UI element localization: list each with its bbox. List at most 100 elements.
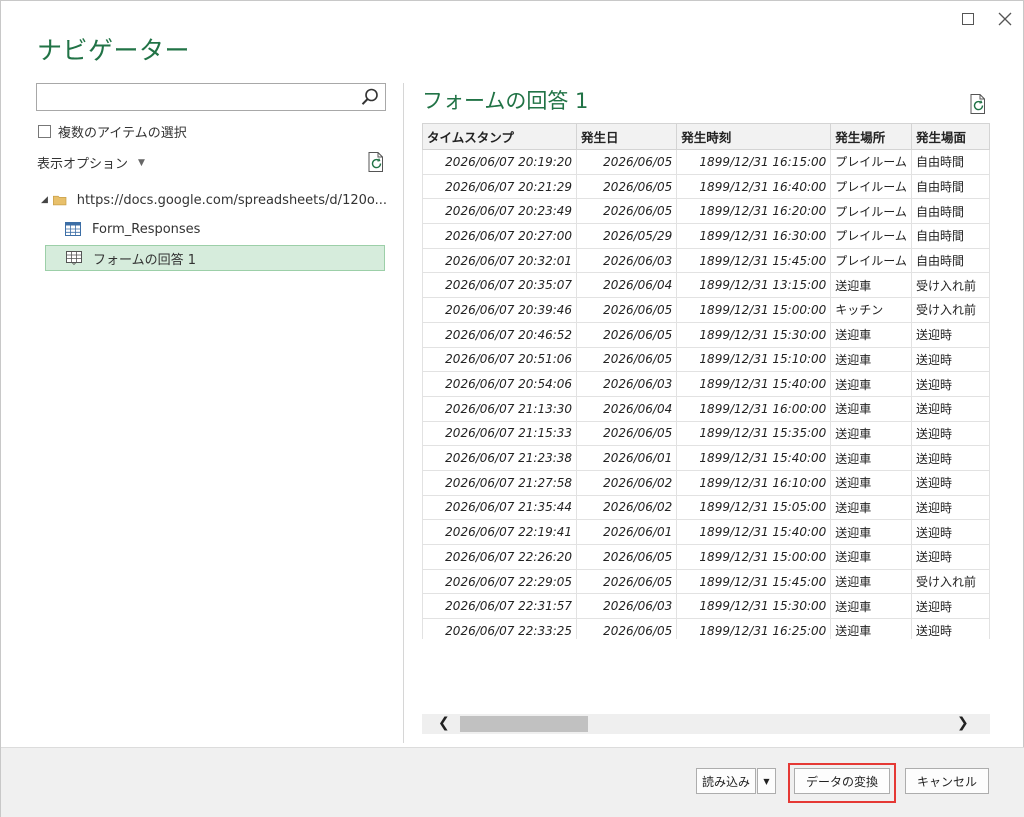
table-cell[interactable]: 自由時間 bbox=[910, 198, 990, 225]
table-cell[interactable]: 1899/12/31 15:40:00 bbox=[676, 371, 832, 397]
table-cell[interactable]: 2026/06/07 22:26:20 bbox=[422, 544, 578, 570]
refresh-icon[interactable] bbox=[968, 93, 988, 115]
column-header[interactable]: 発生時刻 bbox=[676, 123, 832, 150]
table-cell[interactable]: 受け入れ前 bbox=[910, 272, 990, 299]
column-header[interactable]: 発生場所 bbox=[830, 123, 912, 150]
table-cell[interactable]: 送迎時 bbox=[910, 544, 990, 570]
table-cell[interactable]: 1899/12/31 15:40:00 bbox=[676, 445, 832, 471]
tree-item-form-responses[interactable]: Form_Responses bbox=[37, 216, 387, 242]
transform-data-button[interactable]: データの変換 bbox=[794, 768, 890, 794]
horizontal-scrollbar[interactable]: ❮ ❯ bbox=[422, 714, 990, 734]
table-cell[interactable]: 2026/06/07 20:32:01 bbox=[422, 247, 578, 274]
table-cell[interactable]: 送迎車 bbox=[830, 469, 912, 496]
table-cell[interactable]: 2026/06/05 bbox=[576, 618, 678, 639]
table-cell[interactable]: 1899/12/31 16:30:00 bbox=[676, 223, 832, 249]
table-cell[interactable]: 自由時間 bbox=[910, 223, 990, 249]
table-cell[interactable]: 送迎車 bbox=[830, 544, 912, 570]
table-cell[interactable]: 送迎時 bbox=[910, 593, 990, 620]
table-cell[interactable]: 受け入れ前 bbox=[910, 568, 990, 595]
load-button[interactable]: 読み込み bbox=[696, 768, 756, 794]
table-cell[interactable]: 1899/12/31 16:40:00 bbox=[676, 173, 832, 200]
table-cell[interactable]: 2026/06/07 20:19:20 bbox=[422, 149, 578, 175]
table-cell[interactable]: プレイルーム bbox=[830, 173, 912, 200]
table-cell[interactable]: 送迎車 bbox=[830, 395, 912, 422]
table-cell[interactable]: 2026/06/07 22:33:25 bbox=[422, 618, 578, 639]
table-cell[interactable]: 2026/06/07 20:23:49 bbox=[422, 198, 578, 225]
table-cell[interactable]: 2026/06/04 bbox=[576, 395, 678, 422]
table-cell[interactable]: 2026/06/07 21:23:38 bbox=[422, 445, 578, 471]
search-icon[interactable] bbox=[359, 86, 381, 108]
table-cell[interactable]: 送迎時 bbox=[910, 618, 990, 639]
table-cell[interactable]: 送迎時 bbox=[910, 420, 990, 447]
table-cell[interactable]: 1899/12/31 16:15:00 bbox=[676, 149, 832, 175]
table-cell[interactable]: 2026/06/07 21:35:44 bbox=[422, 494, 578, 521]
table-cell[interactable]: 送迎車 bbox=[830, 272, 912, 299]
table-cell[interactable]: 送迎車 bbox=[830, 519, 912, 545]
column-header[interactable]: 発生日 bbox=[576, 123, 678, 150]
table-cell[interactable]: 2026/06/05 bbox=[576, 321, 678, 348]
table-cell[interactable]: 送迎車 bbox=[830, 618, 912, 639]
table-cell[interactable]: 2026/06/07 20:39:46 bbox=[422, 297, 578, 323]
table-cell[interactable]: 1899/12/31 15:10:00 bbox=[676, 346, 832, 373]
table-cell[interactable]: 2026/06/05 bbox=[576, 198, 678, 225]
maximize-button[interactable] bbox=[956, 7, 980, 31]
table-cell[interactable]: 2026/06/05 bbox=[576, 544, 678, 570]
table-cell[interactable]: 2026/06/07 20:51:06 bbox=[422, 346, 578, 373]
table-cell[interactable]: 1899/12/31 15:45:00 bbox=[676, 247, 832, 274]
table-cell[interactable]: 2026/06/05 bbox=[576, 420, 678, 447]
table-cell[interactable]: 2026/06/02 bbox=[576, 494, 678, 521]
table-cell[interactable]: 送迎車 bbox=[830, 494, 912, 521]
table-cell[interactable]: 1899/12/31 15:05:00 bbox=[676, 494, 832, 521]
table-cell[interactable]: 2026/06/05 bbox=[576, 568, 678, 595]
table-cell[interactable]: 2026/06/07 20:46:52 bbox=[422, 321, 578, 348]
column-header[interactable]: 発生場面 bbox=[910, 123, 990, 150]
table-cell[interactable]: プレイルーム bbox=[830, 149, 912, 175]
table-cell[interactable]: 送迎時 bbox=[910, 346, 990, 373]
table-cell[interactable]: 送迎時 bbox=[910, 494, 990, 521]
multi-select-checkbox[interactable]: 複数のアイテムの選択 bbox=[38, 122, 187, 141]
table-cell[interactable]: プレイルーム bbox=[830, 198, 912, 225]
table-cell[interactable]: 送迎車 bbox=[830, 346, 912, 373]
table-cell[interactable]: 2026/06/07 20:54:06 bbox=[422, 371, 578, 397]
checkbox[interactable] bbox=[38, 125, 51, 138]
table-cell[interactable]: 2026/06/04 bbox=[576, 272, 678, 299]
table-cell[interactable]: 2026/06/05 bbox=[576, 297, 678, 323]
refresh-icon[interactable] bbox=[366, 151, 386, 173]
search-input[interactable] bbox=[37, 84, 347, 110]
table-cell[interactable]: 送迎時 bbox=[910, 519, 990, 545]
table-cell[interactable]: 2026/06/07 20:21:29 bbox=[422, 173, 578, 200]
table-cell[interactable]: 1899/12/31 15:35:00 bbox=[676, 420, 832, 447]
table-cell[interactable]: プレイルーム bbox=[830, 247, 912, 274]
table-cell[interactable]: 送迎車 bbox=[830, 593, 912, 620]
table-cell[interactable]: 2026/06/03 bbox=[576, 247, 678, 274]
table-cell[interactable]: 送迎時 bbox=[910, 321, 990, 348]
table-cell[interactable]: 1899/12/31 16:00:00 bbox=[676, 395, 832, 422]
scrollbar-thumb[interactable] bbox=[460, 716, 588, 732]
table-cell[interactable]: 1899/12/31 16:25:00 bbox=[676, 618, 832, 639]
table-cell[interactable]: 2026/06/01 bbox=[576, 519, 678, 545]
cancel-button[interactable]: キャンセル bbox=[905, 768, 989, 794]
table-cell[interactable]: 送迎時 bbox=[910, 395, 990, 422]
table-cell[interactable]: 1899/12/31 15:00:00 bbox=[676, 544, 832, 570]
collapse-triangle-icon[interactable]: ◢ bbox=[41, 195, 51, 205]
table-cell[interactable]: 2026/05/29 bbox=[576, 223, 678, 249]
table-cell[interactable]: 送迎時 bbox=[910, 371, 990, 397]
table-cell[interactable]: 1899/12/31 15:40:00 bbox=[676, 519, 832, 545]
pane-divider[interactable] bbox=[403, 83, 404, 743]
table-cell[interactable]: 1899/12/31 15:30:00 bbox=[676, 321, 832, 348]
table-cell[interactable]: 2026/06/05 bbox=[576, 346, 678, 373]
table-cell[interactable]: 送迎車 bbox=[830, 321, 912, 348]
table-cell[interactable]: 2026/06/07 21:15:33 bbox=[422, 420, 578, 447]
table-cell[interactable]: 送迎時 bbox=[910, 469, 990, 496]
table-cell[interactable]: 1899/12/31 16:20:00 bbox=[676, 198, 832, 225]
table-cell[interactable]: 送迎時 bbox=[910, 445, 990, 471]
table-cell[interactable]: 受け入れ前 bbox=[910, 297, 990, 323]
table-cell[interactable]: 1899/12/31 15:45:00 bbox=[676, 568, 832, 595]
table-cell[interactable]: 1899/12/31 16:10:00 bbox=[676, 469, 832, 496]
column-header[interactable]: タイムスタンプ bbox=[422, 123, 578, 150]
table-cell[interactable]: プレイルーム bbox=[830, 223, 912, 249]
table-cell[interactable]: 送迎車 bbox=[830, 568, 912, 595]
tree-root-source[interactable]: ◢ https://docs.google.com/spreadsheets/d… bbox=[37, 187, 387, 213]
table-cell[interactable]: 1899/12/31 15:30:00 bbox=[676, 593, 832, 620]
table-cell[interactable]: 2026/06/03 bbox=[576, 371, 678, 397]
